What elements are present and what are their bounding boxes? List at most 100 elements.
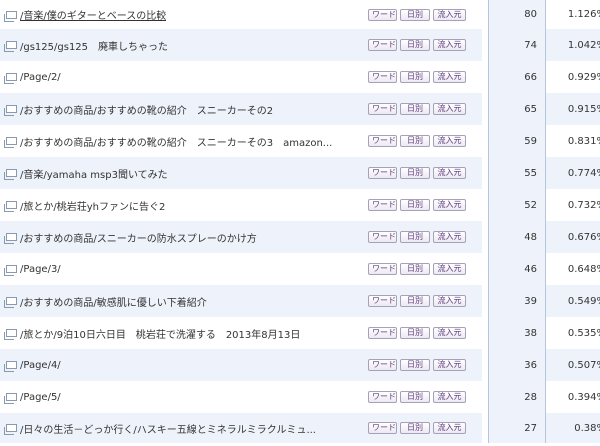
page-cell: /旅とか/桃岩荘yhファンに告ぐ2	[0, 189, 368, 221]
word-button[interactable]: ワード	[368, 8, 397, 21]
page-cell: /Page/3/	[0, 253, 368, 285]
page-cell: /日々の生活－どっか行く/ハスキー五線とミネラルミラクルミュ...	[0, 413, 368, 443]
daily-button[interactable]: 日別	[400, 422, 430, 434]
count-cell: 46	[488, 253, 546, 285]
count-value: 66	[524, 71, 537, 83]
source-button[interactable]: 流入元	[433, 8, 466, 21]
percent-value: 0.831%	[567, 135, 600, 147]
count-cell: 27	[488, 413, 546, 443]
percent-cell: 0.831%	[545, 125, 600, 157]
word-button[interactable]: ワード	[368, 327, 397, 339]
action-buttons-cell: ワード 日別 流入元	[368, 253, 482, 285]
daily-button[interactable]: 日別	[400, 8, 430, 21]
percent-value: 1.042%	[567, 39, 600, 51]
action-buttons-cell: ワード 日別 流入元	[368, 189, 482, 221]
page-link[interactable]: /Page/3/	[20, 264, 61, 275]
page-link[interactable]: /gs125/gs125 廃車しちゃった	[20, 38, 168, 53]
page-window-icon	[4, 361, 17, 372]
word-button[interactable]: ワード	[368, 295, 397, 307]
daily-button[interactable]: 日別	[400, 167, 430, 179]
source-button[interactable]: 流入元	[433, 71, 466, 83]
daily-button[interactable]: 日別	[400, 295, 430, 307]
page-link[interactable]: /おすすめの商品/おすすめの靴の紹介 スニーカーその3 amazon...	[20, 134, 332, 149]
word-button[interactable]: ワード	[368, 391, 397, 403]
source-button[interactable]: 流入元	[433, 199, 466, 211]
source-button[interactable]: 流入元	[433, 167, 466, 179]
page-link[interactable]: /日々の生活－どっか行く/ハスキー五線とミネラルミラクルミュ...	[20, 421, 316, 436]
table-row: /おすすめの商品/おすすめの靴の紹介 スニーカーその2 ワード 日別 流入元 6…	[0, 93, 600, 125]
count-cell: 65	[488, 93, 546, 125]
percent-value: 0.676%	[567, 231, 600, 243]
page-link[interactable]: /Page/4/	[20, 360, 61, 371]
table-row: /旅とか/9泊10日六日目 桃岩荘で洗濯する 2013年8月13日 ワード 日別…	[0, 317, 600, 349]
percent-value: 0.549%	[567, 295, 600, 307]
page-link[interactable]: /旅とか/9泊10日六日目 桃岩荘で洗濯する 2013年8月13日	[20, 326, 300, 341]
page-cell: /gs125/gs125 廃車しちゃった	[0, 29, 368, 61]
daily-button[interactable]: 日別	[400, 199, 430, 211]
daily-button[interactable]: 日別	[400, 135, 430, 147]
word-button[interactable]: ワード	[368, 231, 397, 243]
source-button[interactable]: 流入元	[433, 263, 466, 275]
daily-button[interactable]: 日別	[400, 359, 430, 371]
count-value: 36	[524, 359, 537, 371]
source-button[interactable]: 流入元	[433, 359, 466, 371]
page-link[interactable]: /おすすめの商品/おすすめの靴の紹介 スニーカーその2	[20, 102, 273, 117]
page-link[interactable]: /おすすめの商品/スニーカーの防水スプレーのかけ方	[20, 230, 257, 245]
count-value: 27	[524, 422, 537, 434]
percent-value: 0.915%	[567, 103, 600, 115]
daily-button[interactable]: 日別	[400, 103, 430, 115]
daily-button[interactable]: 日別	[400, 263, 430, 275]
word-button[interactable]: ワード	[368, 135, 397, 147]
word-button[interactable]: ワード	[368, 167, 397, 179]
source-button[interactable]: 流入元	[433, 103, 466, 115]
percent-value: 0.648%	[567, 263, 600, 275]
count-value: 74	[524, 39, 537, 51]
daily-button[interactable]: 日別	[400, 231, 430, 243]
page-link[interactable]: /おすすめの商品/敏感肌に優しい下着紹介	[20, 294, 207, 309]
count-value: 38	[524, 327, 537, 339]
source-button[interactable]: 流入元	[433, 391, 466, 403]
percent-value: 0.38%	[574, 422, 600, 434]
action-buttons-cell: ワード 日別 流入元	[368, 317, 482, 349]
daily-button[interactable]: 日別	[400, 391, 430, 403]
word-button[interactable]: ワード	[368, 359, 397, 371]
source-button[interactable]: 流入元	[433, 39, 466, 51]
word-button[interactable]: ワード	[368, 39, 397, 51]
daily-button[interactable]: 日別	[400, 39, 430, 51]
count-value: 28	[524, 391, 537, 403]
count-cell: 74	[488, 29, 546, 61]
word-button[interactable]: ワード	[368, 71, 397, 83]
daily-button[interactable]: 日別	[400, 71, 430, 83]
page-window-icon	[4, 201, 17, 212]
page-window-icon	[4, 233, 17, 244]
word-button[interactable]: ワード	[368, 103, 397, 115]
page-link[interactable]: /音楽/僕のギターとベースの比較	[20, 7, 166, 22]
page-link[interactable]: /音楽/yamaha msp3聞いてみた	[20, 166, 168, 181]
percent-value: 1.126%	[567, 9, 600, 20]
table-row: /日々の生活－どっか行く/ハスキー五線とミネラルミラクルミュ... ワード 日別…	[0, 413, 600, 443]
table-row: /Page/4/ ワード 日別 流入元 36 0.507%	[0, 349, 600, 381]
source-button[interactable]: 流入元	[433, 422, 466, 434]
source-button[interactable]: 流入元	[433, 231, 466, 243]
action-buttons-cell: ワード 日別 流入元	[368, 285, 482, 317]
page-link[interactable]: /Page/5/	[20, 392, 61, 403]
table-row: /Page/3/ ワード 日別 流入元 46 0.648%	[0, 253, 600, 285]
daily-button[interactable]: 日別	[400, 327, 430, 339]
word-button[interactable]: ワード	[368, 199, 397, 211]
page-cell: /おすすめの商品/おすすめの靴の紹介 スニーカーその3 amazon...	[0, 125, 368, 157]
page-window-icon	[4, 424, 17, 435]
word-button[interactable]: ワード	[368, 263, 397, 275]
page-link[interactable]: /Page/2/	[20, 72, 61, 83]
count-cell: 59	[488, 125, 546, 157]
source-button[interactable]: 流入元	[433, 135, 466, 147]
page-cell: /Page/5/	[0, 381, 368, 413]
action-buttons-cell: ワード 日別 流入元	[368, 157, 482, 189]
count-value: 59	[524, 135, 537, 147]
source-button[interactable]: 流入元	[433, 295, 466, 307]
source-button[interactable]: 流入元	[433, 327, 466, 339]
word-button[interactable]: ワード	[368, 422, 397, 434]
count-value: 55	[524, 167, 537, 179]
page-link[interactable]: /旅とか/桃岩荘yhファンに告ぐ2	[20, 198, 165, 213]
count-cell: 39	[488, 285, 546, 317]
percent-cell: 0.732%	[545, 189, 600, 221]
